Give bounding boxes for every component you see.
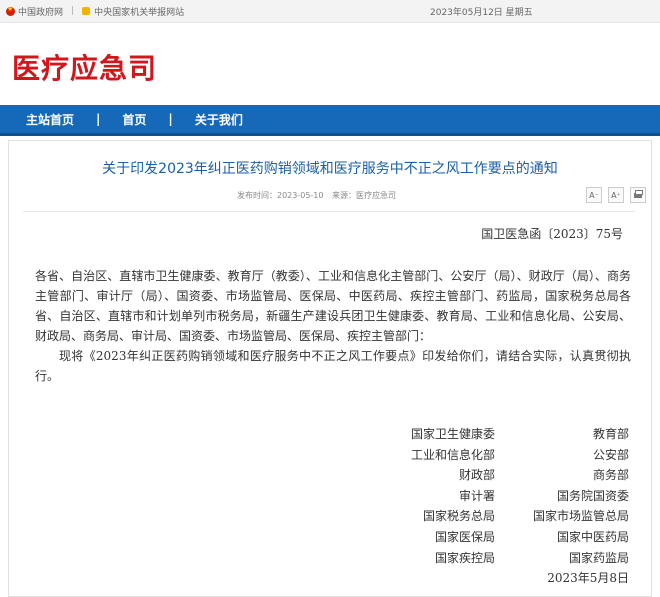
signatory: 国家药监局	[568, 550, 629, 565]
main-nav: 主站首页 | 首页 | 关于我们	[0, 105, 660, 136]
article-tools: A⁻ A⁺	[586, 187, 646, 203]
nav-separator: |	[168, 112, 173, 126]
signatory: 审计署	[458, 488, 495, 503]
sign-date: 2023年5月8日	[547, 571, 629, 586]
nav-item-about[interactable]: 关于我们	[195, 111, 243, 128]
top-utility-bar: 中国政府网 | 中央国家机关举报网站 2023年05月12日 星期五	[0, 0, 660, 23]
print-icon[interactable]	[630, 187, 646, 203]
nav-item-home[interactable]: 首页	[122, 111, 146, 128]
signatory: 国务院国资委	[556, 488, 629, 503]
signatory: 公安部	[592, 447, 629, 462]
publish-date: 发布时间：2023-05-10	[237, 191, 324, 200]
article-title: 关于印发2023年纠正医药购销领域和医疗服务中不正之风工作要点的通知	[102, 161, 558, 177]
signatory-row: 国家疾控局 国家药监局	[9, 549, 651, 570]
signatory: 国家卫生健康委	[410, 427, 495, 441]
report-link-label: 中央国家机关举报网站	[94, 7, 185, 18]
article-source: 来源：医疗应急司	[332, 191, 397, 200]
site-header: 医疗应急司	[0, 23, 660, 105]
gov-link[interactable]: 中国政府网	[6, 5, 63, 18]
sign-date-row: 2023年5月8日	[9, 569, 651, 590]
nav-item-main-home[interactable]: 主站首页	[26, 111, 74, 128]
article-meta: 发布时间：2023-05-10 来源：医疗应急司	[237, 190, 402, 201]
gov-link-label: 中国政府网	[18, 7, 64, 18]
signatory: 商务部	[592, 468, 629, 483]
signatory-row: 审计署 国务院国资委	[9, 487, 651, 508]
signatory: 国家市场监管总局	[532, 509, 629, 524]
recipients-paragraph: 各省、自治区、直辖市卫生健康委、教育厅（教委）、工业和信息化主管部门、公安厅（局…	[35, 269, 631, 343]
signatory-row: 国家卫生健康委 教育部	[9, 425, 651, 446]
report-link[interactable]: 中央国家机关举报网站	[82, 5, 184, 18]
signatory: 国家税务总局	[422, 509, 495, 524]
title-divider	[23, 211, 635, 212]
signatory: 国家中医药局	[556, 529, 629, 544]
nav-separator: |	[96, 112, 101, 126]
signatory: 国家疾控局	[434, 550, 495, 565]
top-separator: |	[71, 6, 75, 16]
body-paragraph: 现将《2023年纠正医药购销领域和医疗服务中不正之风工作要点》印发给你们，请结合…	[35, 349, 631, 383]
signatory-row: 国家税务总局 国家市场监管总局	[9, 507, 651, 528]
signatory-row: 国家医保局 国家中医药局	[9, 528, 651, 549]
national-emblem-icon	[6, 5, 15, 16]
signatory-row: 工业和信息化部 公安部	[9, 446, 651, 467]
top-links: 中国政府网 | 中央国家机关举报网站	[0, 5, 184, 18]
signatory: 工业和信息化部	[410, 447, 495, 462]
article-body: 各省、自治区、直辖市卫生健康委、教育厅（教委）、工业和信息化主管部门、公安厅（局…	[35, 266, 631, 386]
signatory-row: 财政部 商务部	[9, 466, 651, 487]
signatory: 财政部	[458, 468, 495, 483]
document-number: 国卫医急函〔2023〕75号	[481, 227, 623, 241]
signatory-block: 国家卫生健康委 教育部 工业和信息化部 公安部 财政部 商务部 审计署 国务院国…	[9, 425, 651, 590]
report-lamp-icon	[82, 7, 91, 15]
font-increase-button[interactable]: A⁺	[608, 187, 624, 203]
article-panel: 关于印发2023年纠正医药购销领域和医疗服务中不正之风工作要点的通知 发布时间：…	[8, 140, 652, 597]
site-logo[interactable]: 医疗应急司	[12, 47, 157, 87]
font-decrease-button[interactable]: A⁻	[586, 187, 602, 203]
current-date: 2023年05月12日 星期五	[430, 8, 533, 18]
signatory: 教育部	[592, 427, 629, 441]
signatory: 国家医保局	[434, 529, 495, 544]
